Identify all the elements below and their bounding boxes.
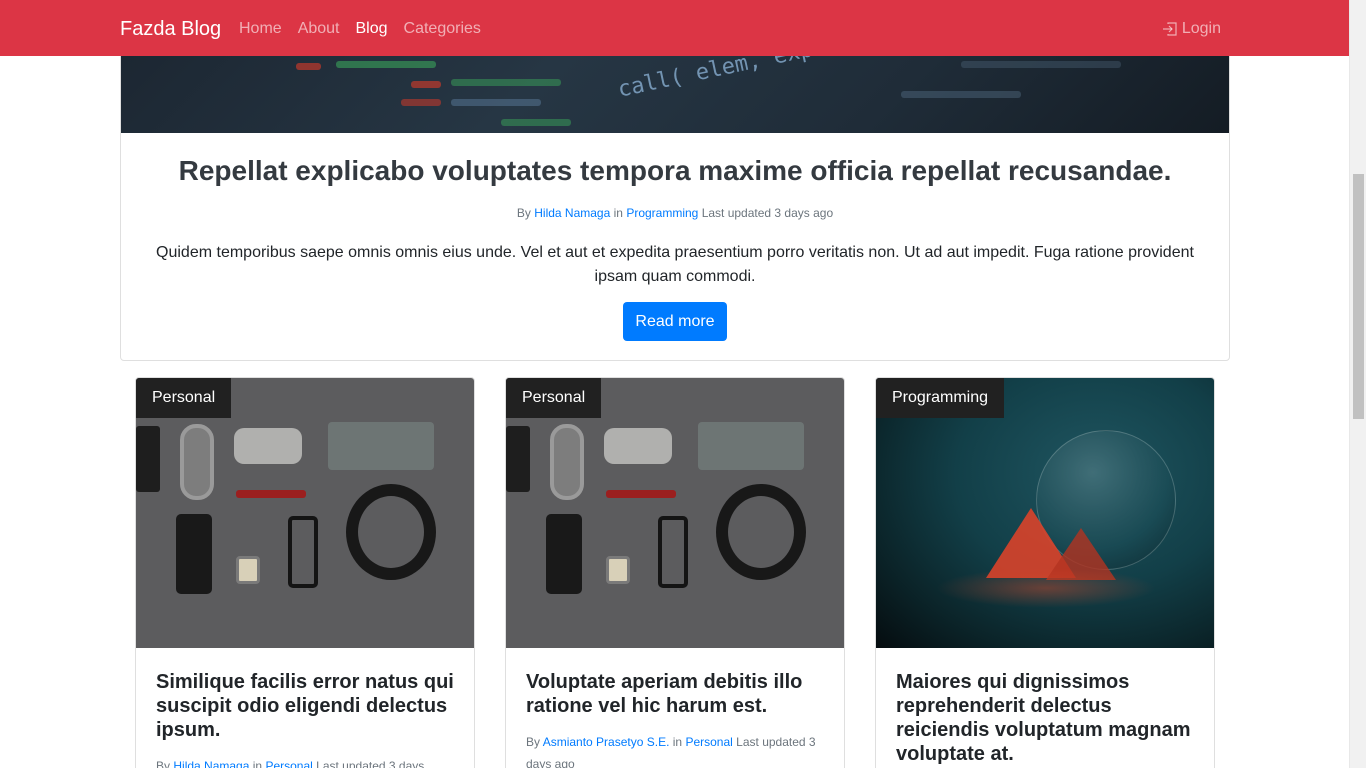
post-category-link[interactable]: Personal: [685, 735, 732, 749]
post-image[interactable]: [506, 378, 844, 648]
post-category-link[interactable]: Personal: [265, 759, 312, 768]
post-card[interactable]: Personal Similique facilis error natus q…: [135, 377, 475, 768]
login-link[interactable]: Login: [1162, 18, 1221, 40]
navbar: Fazda Blog Home About Blog Categories Lo…: [0, 0, 1349, 56]
nav-blog[interactable]: Blog: [356, 18, 388, 40]
meta-in: in: [613, 206, 623, 220]
featured-meta: By Hilda Namaga in Programming Last upda…: [121, 205, 1229, 221]
nav-links: Home About Blog Categories: [239, 18, 481, 40]
nav-categories[interactable]: Categories: [404, 18, 481, 40]
meta-by: By: [526, 735, 541, 749]
page-scrollbar[interactable]: [1349, 0, 1366, 768]
category-badge[interactable]: Programming: [876, 378, 1005, 418]
post-image[interactable]: [876, 378, 1214, 648]
post-card[interactable]: Programming Maiores qui dignissimos repr…: [875, 377, 1215, 768]
nav-home[interactable]: Home: [239, 18, 282, 40]
post-title[interactable]: Similique facilis error natus qui suscip…: [156, 670, 456, 742]
category-badge[interactable]: Personal: [136, 378, 232, 418]
post-meta: By Asmianto Prasetyo S.E. in Personal La…: [526, 731, 826, 768]
post-card[interactable]: Personal Voluptate aperiam debitis illo …: [505, 377, 845, 768]
featured-excerpt: Quidem temporibus saepe omnis omnis eius…: [156, 244, 1194, 285]
featured-updated: Last updated 3 days ago: [701, 206, 834, 220]
featured-author-link[interactable]: Hilda Namaga: [534, 206, 610, 220]
scrollbar-thumb[interactable]: [1353, 174, 1364, 419]
meta-in: in: [672, 735, 683, 749]
featured-category-link[interactable]: Programming: [626, 206, 698, 220]
brand-logo[interactable]: Fazda Blog: [120, 16, 221, 42]
post-updated: Last updated 3 days: [316, 759, 425, 768]
post-meta: By Hilda Namaga in Personal Last updated…: [156, 755, 456, 768]
post-author-link[interactable]: Asmianto Prasetyo S.E.: [543, 735, 670, 749]
meta-in: in: [252, 759, 263, 768]
post-image[interactable]: [136, 378, 474, 648]
post-title[interactable]: Voluptate aperiam debitis illo ratione v…: [526, 670, 826, 718]
nav-about[interactable]: About: [298, 18, 340, 40]
meta-by: By: [156, 759, 171, 768]
post-title[interactable]: Maiores qui dignissimos reprehenderit de…: [896, 670, 1196, 766]
login-label: Login: [1181, 20, 1221, 37]
read-more-button[interactable]: Read more: [623, 302, 727, 341]
post-author-link[interactable]: Hilda Namaga: [173, 759, 249, 768]
category-badge[interactable]: Personal: [506, 378, 602, 418]
featured-title[interactable]: Repellat explicabo voluptates tempora ma…: [121, 153, 1229, 189]
login-icon: [1162, 22, 1177, 36]
meta-by: By: [516, 206, 531, 220]
